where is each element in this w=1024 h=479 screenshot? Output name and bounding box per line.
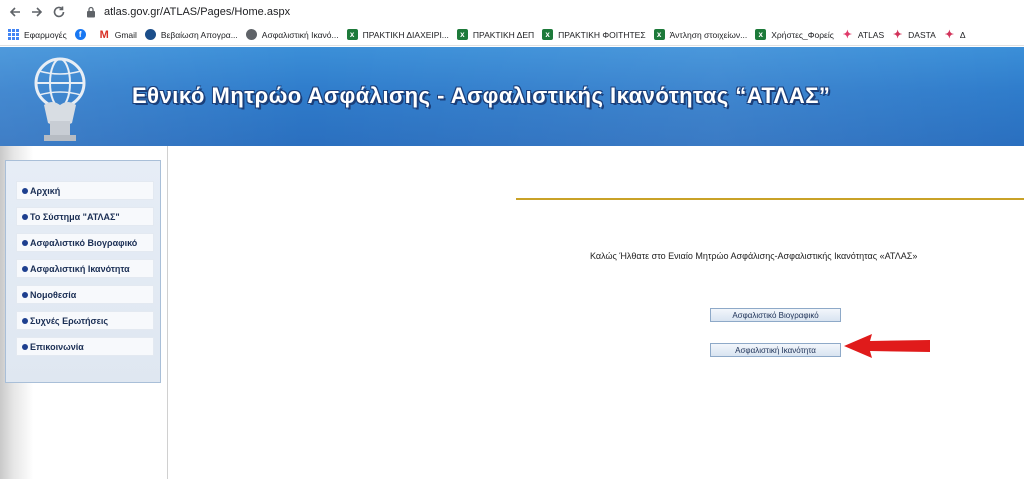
bookmark-label: Ασφαλιστική Ικανό... xyxy=(261,29,339,40)
bookmark-more[interactable]: ✦ Δ xyxy=(944,29,966,41)
bookmark-label: ΠΡΑΚΤΙΚΗ ΔΙΑΧΕΙΡΙ... xyxy=(362,29,449,40)
bookmark-dasta[interactable]: ✦ DASTA xyxy=(892,29,936,41)
forward-icon[interactable] xyxy=(26,1,48,23)
bullet-icon xyxy=(22,239,28,246)
sidebar-item-label: Αρχική xyxy=(30,185,61,196)
ikanotita-button[interactable]: Ασφαλιστική Ικανότητα xyxy=(710,343,841,357)
bookmark-label: Βεβαίωση Απογρα... xyxy=(160,29,238,40)
browser-toolbar: atlas.gov.gr/ATLAS/Pages/Home.aspx xyxy=(0,0,1024,24)
sidebar-item-label: Ασφαλιστικό Βιογραφικό xyxy=(30,237,138,248)
bullet-icon xyxy=(22,291,28,298)
facebook-icon: f xyxy=(74,29,86,40)
bookmark-label: ΠΡΑΚΤΙΚΗ ΔΕΠ xyxy=(472,29,535,40)
bookmark-label: Εφαρμογές xyxy=(24,29,67,40)
divider-line xyxy=(516,198,1024,200)
apps-icon xyxy=(8,29,19,40)
sidebar-item-label: Συχνές Ερωτήσεις xyxy=(30,315,109,326)
atlas-icon: ✦ xyxy=(842,29,852,41)
bookmarks-bar: Εφαρμογές f M Gmail Βεβαίωση Απογρα... Α… xyxy=(0,24,1024,46)
sidebar-menu: Αρχική Το Σύστημα "ΑΤΛΑΣ" Ασφαλιστικό Βι… xyxy=(5,160,161,383)
bookmark-praktiki-dep[interactable]: x ΠΡΑΚΤΙΚΗ ΔΕΠ xyxy=(456,29,535,40)
gov-icon xyxy=(144,29,156,40)
bookmark-asfalistiki[interactable]: Ασφαλιστική Ικανό... xyxy=(245,29,339,40)
bullet-icon xyxy=(22,213,28,220)
bookmark-label: Χρήστες_Φορείς xyxy=(771,29,834,40)
site-banner: Εθνικό Μητρώο Ασφάλισης - Ασφαλιστικής Ι… xyxy=(0,47,1024,146)
bullet-icon xyxy=(22,187,28,194)
bookmark-xristes[interactable]: x Χρήστες_Φορείς xyxy=(755,29,834,40)
sidebar-item-contact[interactable]: Επικοινωνία xyxy=(16,337,154,356)
biografiko-button[interactable]: Ασφαλιστικό Βιογραφικό xyxy=(710,308,841,322)
back-icon[interactable] xyxy=(4,1,26,23)
sidebar-item-label: Το Σύστημα "ΑΤΛΑΣ" xyxy=(30,211,120,222)
sidebar-item-nomothesia[interactable]: Νομοθεσία xyxy=(16,285,154,304)
bookmark-label: Δ xyxy=(959,29,966,40)
bookmark-label: ATLAS xyxy=(857,29,885,40)
bookmark-label: Gmail xyxy=(114,29,137,40)
bullet-icon xyxy=(22,343,28,350)
bookmark-praktiki-foitites[interactable]: x ΠΡΑΚΤΙΚΗ ΦΟΙΤΗΤΕΣ xyxy=(542,29,646,40)
sidebar-item-system[interactable]: Το Σύστημα "ΑΤΛΑΣ" xyxy=(16,207,154,226)
bookmark-gmail[interactable]: M Gmail xyxy=(99,28,137,41)
gmail-icon: M xyxy=(99,28,109,41)
bookmark-praktiki-diax[interactable]: x ΠΡΑΚΤΙΚΗ ΔΙΑΧΕΙΡΙ... xyxy=(346,29,449,40)
bookmark-apps[interactable]: Εφαρμογές xyxy=(8,29,67,40)
spreadsheet-icon: x xyxy=(653,29,665,40)
bookmark-antlisi[interactable]: x Άντληση στοιχείων... xyxy=(653,29,748,40)
bookmark-atlas[interactable]: ✦ ATLAS xyxy=(842,29,885,41)
sidebar-item-biografiko[interactable]: Ασφαλιστικό Βιογραφικό xyxy=(16,233,154,252)
lock-icon[interactable] xyxy=(84,5,98,19)
spreadsheet-icon: x xyxy=(542,29,554,40)
bookmark-label: DASTA xyxy=(908,29,936,40)
spreadsheet-icon: x xyxy=(456,29,468,40)
bullet-icon xyxy=(22,265,28,272)
sidebar-item-label: Νομοθεσία xyxy=(30,289,77,300)
spreadsheet-icon: x xyxy=(755,29,767,40)
spreadsheet-icon: x xyxy=(346,29,358,40)
red-arrow-icon xyxy=(844,334,930,358)
reload-icon[interactable] xyxy=(48,1,70,23)
atlas-statue-logo xyxy=(34,57,86,141)
site-title: Εθνικό Μητρώο Ασφάλισης - Ασφαλιστικής Ι… xyxy=(132,83,831,108)
address-bar[interactable]: atlas.gov.gr/ATLAS/Pages/Home.aspx xyxy=(104,6,290,18)
bookmark-label: ΠΡΑΚΤΙΚΗ ΦΟΙΤΗΤΕΣ xyxy=(558,29,646,40)
sidebar-item-faq[interactable]: Συχνές Ερωτήσεις xyxy=(16,311,154,330)
dasta-icon: ✦ xyxy=(944,29,954,41)
dasta-icon: ✦ xyxy=(893,29,903,41)
bookmark-vevaiosi[interactable]: Βεβαίωση Απογρα... xyxy=(144,29,238,40)
welcome-text: Καλώς Ήλθατε στο Ενιαίο Μητρώο Ασφάλισης… xyxy=(590,251,918,261)
bookmark-facebook[interactable]: f xyxy=(74,29,91,40)
sidebar-item-label: Επικοινωνία xyxy=(30,341,84,352)
bookmark-label: Άντληση στοιχείων... xyxy=(669,29,748,40)
sidebar-item-label: Ασφαλιστική Ικανότητα xyxy=(30,263,130,274)
sidebar-item-home[interactable]: Αρχική xyxy=(16,181,154,200)
sidebar-item-ikanotita[interactable]: Ασφαλιστική Ικανότητα xyxy=(16,259,154,278)
globe-icon xyxy=(245,29,257,40)
bullet-icon xyxy=(22,317,28,324)
